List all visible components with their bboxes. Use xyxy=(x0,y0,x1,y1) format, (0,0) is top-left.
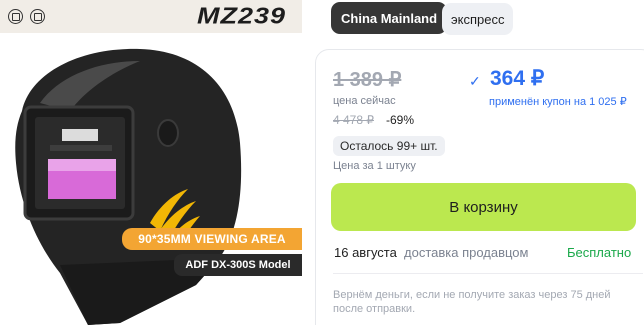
welding-helmet-illustration xyxy=(15,48,242,325)
add-to-cart-button[interactable]: В корзину xyxy=(331,183,636,231)
region-chip[interactable]: China Mainland xyxy=(331,2,448,34)
model-banner-text: ADF DX-300S Model xyxy=(185,259,291,271)
express-chip[interactable]: экспресс xyxy=(442,3,514,35)
unit-price-label: Цена за 1 штуку xyxy=(333,160,416,172)
model-name: MZ239 xyxy=(197,3,287,29)
viewing-area-text: 90*35MM VIEWING AREA xyxy=(138,232,286,246)
delivery-cost: Бесплатно xyxy=(567,245,632,260)
delivery-date: 16 августа xyxy=(334,245,397,260)
delivery-method: доставка продавцом xyxy=(404,245,529,260)
lens-glare xyxy=(48,159,116,171)
product-page: MZ239 90*35MM VIEWING AREA ADF DX-300S M… xyxy=(0,0,644,325)
viewing-area-banner: 90*35MM VIEWING AREA xyxy=(122,228,302,250)
image-header-bar: MZ239 xyxy=(0,0,302,33)
coupon-price: 364 ₽ xyxy=(490,67,545,90)
certification-badge-icon xyxy=(8,9,23,24)
solar-cell xyxy=(62,129,98,141)
discount-badge: -69% xyxy=(386,113,415,127)
price-card: 1 389 ₽ цена сейчас 4 478 ₽ -69% Осталос… xyxy=(315,49,644,325)
model-banner: ADF DX-300S Model xyxy=(174,254,302,276)
original-price: 4 478 ₽ xyxy=(333,113,374,127)
sensor-strip xyxy=(50,145,112,151)
check-icon: ✓ xyxy=(469,73,481,89)
price-now-label: цена сейчас xyxy=(333,95,396,107)
certification-badge-icon xyxy=(30,9,45,24)
coupon-applied-note[interactable]: применён купон на 1 025 ₽ xyxy=(489,95,627,108)
old-price: 1 389 ₽ xyxy=(333,69,402,91)
divider xyxy=(333,273,643,274)
product-image[interactable]: MZ239 90*35MM VIEWING AREA ADF DX-300S M… xyxy=(0,0,302,325)
adjustment-knob xyxy=(157,119,179,147)
stock-badge: Осталось 99+ шт. xyxy=(333,136,445,156)
refund-guarantee-note: Вернём деньги, если не получите заказ че… xyxy=(333,289,611,315)
